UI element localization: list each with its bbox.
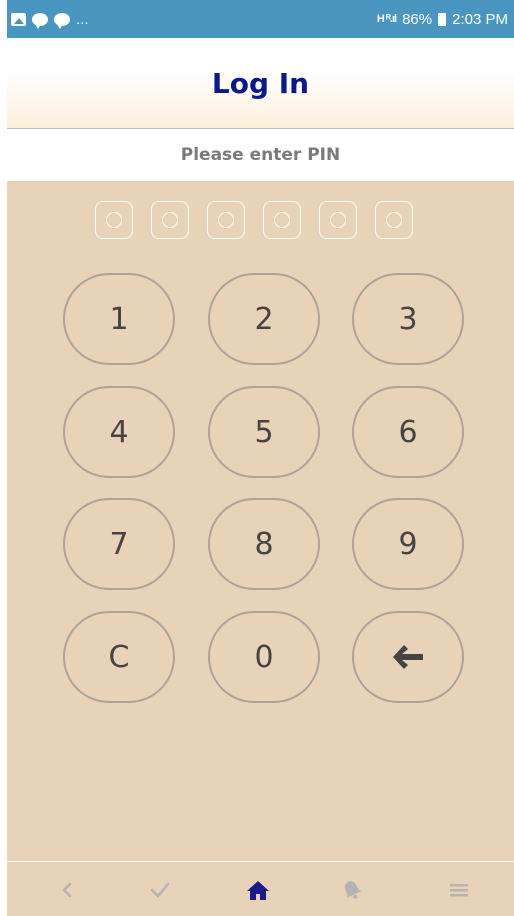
nav-check-button[interactable] xyxy=(140,862,180,916)
menu-icon xyxy=(450,883,468,896)
key-0-button[interactable]: 0 xyxy=(208,611,320,703)
pin-slot xyxy=(95,201,133,239)
key-6-button[interactable]: 6 xyxy=(352,386,464,478)
key-8-button[interactable]: 8 xyxy=(208,498,320,590)
bell-icon xyxy=(344,880,362,899)
pin-dot-icon xyxy=(106,212,122,228)
backspace-button[interactable] xyxy=(352,611,464,703)
battery-percent: 86% xyxy=(402,10,433,28)
gallery-icon xyxy=(11,12,26,26)
pin-dot-icon xyxy=(330,212,346,228)
pin-slot xyxy=(151,201,189,239)
clock: 2:03 PM xyxy=(452,10,508,28)
pin-dot-icon xyxy=(218,212,234,228)
status-bar: ... H ᴿ.ıl 86% 2:03 PM xyxy=(7,0,514,38)
nav-home-button[interactable] xyxy=(238,862,278,916)
pin-slot xyxy=(263,201,301,239)
app-frame: ... H ᴿ.ıl 86% 2:03 PM Log In Please ent… xyxy=(7,0,514,916)
arrow-left-icon xyxy=(393,645,423,669)
pin-indicator xyxy=(95,201,413,239)
key-7-button[interactable]: 7 xyxy=(63,498,175,590)
nav-menu-button[interactable] xyxy=(439,862,479,916)
key-4-button[interactable]: 4 xyxy=(63,386,175,478)
clear-button[interactable]: C xyxy=(63,611,175,703)
keypad-area: 1 2 3 4 5 6 7 8 9 C 0 xyxy=(7,181,514,861)
home-icon xyxy=(247,880,269,900)
key-9-button[interactable]: 9 xyxy=(352,498,464,590)
key-5-button[interactable]: 5 xyxy=(208,386,320,478)
status-bar-right: H ᴿ.ıl 86% 2:03 PM xyxy=(377,11,508,28)
pin-slot xyxy=(207,201,245,239)
pin-dot-icon xyxy=(274,212,290,228)
nav-back-button[interactable] xyxy=(47,862,87,916)
pin-slot xyxy=(319,201,357,239)
line-app-icon xyxy=(32,12,48,29)
back-icon xyxy=(62,882,72,897)
status-bar-left: ... xyxy=(11,10,89,29)
pin-prompt: Please enter PIN xyxy=(7,129,514,181)
key-2-button[interactable]: 2 xyxy=(208,273,320,365)
line-app-icon xyxy=(54,12,70,29)
page-title: Log In xyxy=(211,66,310,100)
signal-icon: H ᴿ.ıl xyxy=(376,13,397,25)
pin-dot-icon xyxy=(162,212,178,228)
key-1-button[interactable]: 1 xyxy=(63,273,175,365)
pin-dot-icon xyxy=(386,212,402,228)
nav-notifications-button[interactable] xyxy=(332,862,372,916)
notification-overflow: ... xyxy=(76,10,89,28)
bottom-nav xyxy=(7,861,514,916)
battery-icon xyxy=(438,12,447,26)
pin-slot xyxy=(375,201,413,239)
check-icon xyxy=(150,882,170,898)
key-3-button[interactable]: 3 xyxy=(352,273,464,365)
app-header: Log In xyxy=(7,38,514,129)
